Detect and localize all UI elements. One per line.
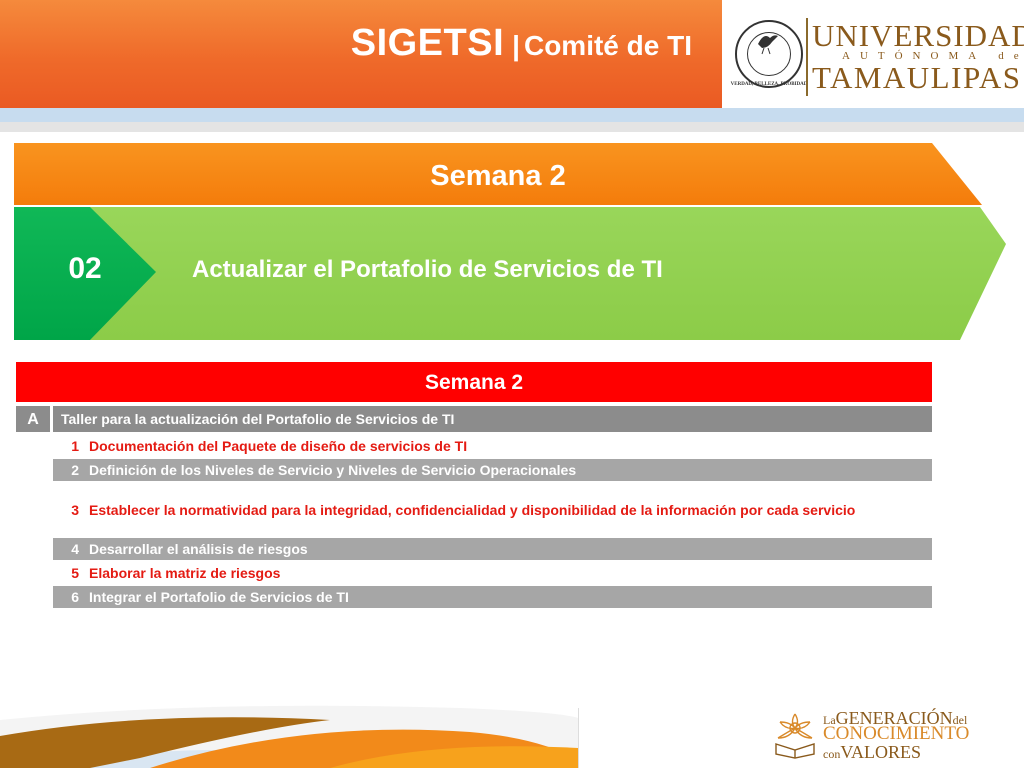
app-title: SIGETSI bbox=[350, 22, 505, 64]
app-subtitle: Comité de TI bbox=[523, 30, 692, 61]
slogan-valores: VALORES bbox=[840, 742, 922, 762]
logo-divider bbox=[806, 18, 808, 96]
title-separator: | bbox=[512, 30, 520, 61]
table-row: 3 Establecer la normatividad para la inte… bbox=[53, 482, 932, 537]
step-number: 02 bbox=[68, 252, 102, 285]
seal-motto: VERDAD, BELLEZA, PROBIDAD bbox=[730, 82, 808, 87]
row-text: Desarrollar el análisis de riesgos bbox=[89, 541, 308, 557]
row-text: Integrar el Portafolio de Servicios de T… bbox=[89, 589, 349, 605]
row-number: 3 bbox=[71, 502, 79, 518]
section-letter: A bbox=[16, 406, 50, 432]
table-row: 1 Documentación del Paquete de diseño de … bbox=[53, 434, 932, 458]
row-text: Establecer la normatividad para la integ… bbox=[89, 502, 856, 518]
section-title: Taller para la actualización del Portafo… bbox=[53, 406, 932, 432]
table-row: 4 Desarrollar el análisis de riesgos bbox=[53, 538, 932, 560]
row-number: 4 bbox=[71, 541, 79, 557]
header-title: SIGETSI | Comité de TI bbox=[351, 22, 692, 65]
table-row: 5 Elaborar la matriz de riesgos bbox=[53, 561, 932, 585]
slogan-line3: conVALORES bbox=[823, 742, 921, 763]
row-number: 5 bbox=[71, 565, 79, 581]
week-title: Semana 2 bbox=[430, 160, 566, 192]
footer-divider bbox=[578, 708, 579, 768]
row-text: Elaborar la matriz de riesgos bbox=[89, 565, 281, 581]
university-name-line3: TAMAULIPAS bbox=[812, 60, 1022, 95]
header-blue-strip bbox=[0, 108, 1024, 122]
university-seal-icon bbox=[735, 20, 803, 88]
row-text: Definición de los Niveles de Servicio y … bbox=[89, 462, 577, 478]
generacion-emblem-icon bbox=[775, 713, 815, 759]
row-number: 1 bbox=[71, 438, 79, 454]
table-row: 2 Definición de los Niveles de Servicio y… bbox=[53, 459, 932, 481]
slogan-con: con bbox=[823, 747, 841, 761]
table-header: Semana 2 bbox=[16, 362, 932, 402]
row-number: 6 bbox=[71, 589, 79, 605]
seal-bird-icon bbox=[758, 35, 778, 55]
table-row: 6 Integrar el Portafolio de Servicios de … bbox=[53, 586, 932, 608]
header-gray-strip bbox=[0, 122, 1024, 132]
step-title: Actualizar el Portafolio de Servicios de… bbox=[192, 256, 663, 283]
row-text: Documentación del Paquete de diseño de s… bbox=[89, 438, 468, 454]
row-number: 2 bbox=[71, 462, 79, 478]
university-name-line1: UNIVERSIDAD bbox=[812, 18, 1024, 53]
